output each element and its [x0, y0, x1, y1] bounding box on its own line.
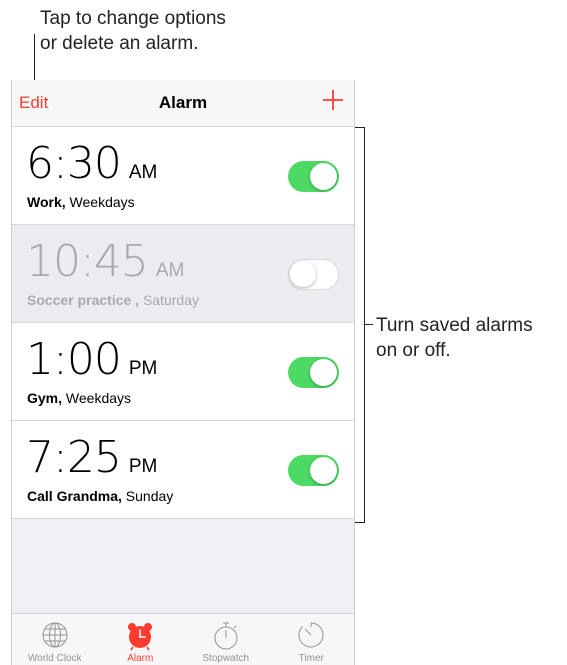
toggle-knob	[290, 261, 316, 287]
alarm-time: 1:00 PM	[26, 334, 157, 385]
tab-label: Alarm	[127, 653, 154, 664]
alarm-screen: Edit Alarm 6:30 AM Work, Weekdays 10:45 AM…	[11, 80, 355, 665]
alarm-row[interactable]: 6:30 AM Work, Weekdays	[12, 127, 354, 225]
alarm-repeat: Weekdays	[65, 194, 135, 210]
alarm-list: 6:30 AM Work, Weekdays 10:45 AM Soccer pra…	[12, 127, 354, 519]
alarm-toggle[interactable]	[288, 161, 339, 192]
callout-toggles-line-1: Turn saved alarms	[376, 315, 533, 336]
tab-label: Stopwatch	[202, 653, 250, 664]
alarm-toggle[interactable]	[288, 259, 339, 290]
alarm-label: Work, Weekdays	[27, 194, 135, 210]
alarm-time-period: AM	[128, 162, 158, 183]
alarm-time: 10:45 AM	[26, 236, 184, 287]
alarm-label: Call Grandma, Sunday	[27, 488, 173, 504]
callout-toggles: Turn saved alarms on or off.	[376, 313, 566, 363]
tab-world-clock[interactable]: World Clock	[12, 614, 98, 665]
alarm-name: Work,	[27, 194, 66, 210]
tab-label: Timer	[298, 653, 324, 664]
navigation-bar: Edit Alarm	[12, 80, 354, 127]
alarm-repeat: Weekdays	[62, 390, 132, 406]
alarm-row[interactable]: 7:25 PM Call Grandma, Sunday	[12, 421, 354, 519]
toggle-knob	[310, 457, 337, 484]
alarm-time-digits: 7:25	[26, 432, 122, 483]
alarm-repeat: Sunday	[121, 488, 174, 504]
add-alarm-button[interactable]	[322, 89, 344, 111]
page-title: Alarm	[158, 93, 208, 112]
alarm-toggle[interactable]	[288, 357, 339, 388]
alarm-name: Gym,	[27, 390, 63, 406]
alarm-clock-icon	[128, 623, 153, 651]
tab-stopwatch[interactable]: Stopwatch	[183, 614, 269, 665]
callout-edit-line-1: Tap to change options	[40, 8, 226, 29]
alarm-name: Call Grandma,	[27, 488, 122, 504]
tab-bar: World Clock Alarm Stopwatch Timer	[12, 613, 354, 665]
tab-alarm[interactable]: Alarm	[98, 614, 184, 665]
alarm-row[interactable]: 1:00 PM Gym, Weekdays	[12, 323, 354, 421]
toggle-knob	[310, 163, 337, 190]
callout-edit: Tap to change options or delete an alarm…	[40, 6, 300, 56]
tab-timer[interactable]: Timer	[269, 614, 355, 665]
callout-edit-line-2: or delete an alarm.	[40, 33, 199, 54]
alarm-name: Soccer practice ,	[27, 292, 140, 308]
alarm-label: Soccer practice , Saturday	[27, 292, 199, 308]
callout-bracket	[355, 127, 365, 523]
alarm-time-digits: 6:30	[26, 138, 122, 189]
timer-icon	[298, 622, 324, 648]
callout-toggles-line-2: on or off.	[376, 340, 451, 361]
alarm-repeat: Saturday	[139, 292, 199, 308]
alarm-time-period: AM	[155, 260, 185, 281]
alarm-time: 7:25 PM	[26, 432, 157, 483]
alarm-toggle[interactable]	[288, 455, 339, 486]
toggle-knob	[310, 359, 337, 386]
alarm-row[interactable]: 10:45 AM Soccer practice , Saturday	[12, 225, 354, 323]
tab-label: World Clock	[27, 653, 82, 664]
alarm-time-digits: 1:00	[26, 334, 122, 385]
globe-icon	[42, 622, 68, 648]
callout-bracket-tick	[365, 324, 373, 325]
alarm-time-period: PM	[128, 456, 158, 477]
alarm-time-digits: 10:45	[26, 236, 149, 287]
alarm-time-period: PM	[128, 358, 158, 379]
alarm-time: 6:30 AM	[26, 138, 157, 189]
stopwatch-icon	[214, 622, 238, 650]
alarm-label: Gym, Weekdays	[27, 390, 131, 406]
